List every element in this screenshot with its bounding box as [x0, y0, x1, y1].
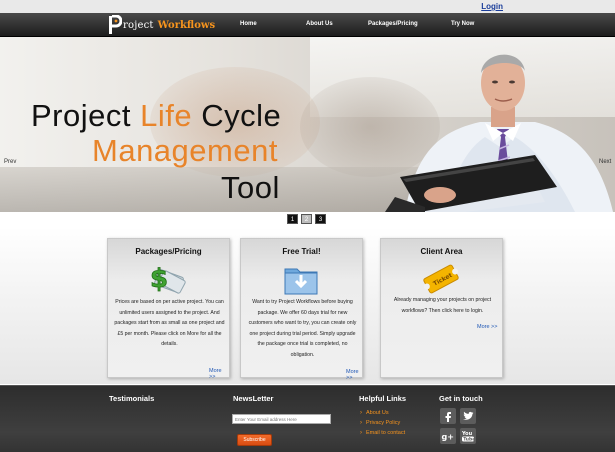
helpful-link-privacy-policy[interactable]: › Privacy Policy — [360, 418, 405, 428]
slider-prev-button[interactable]: Prev — [4, 159, 16, 165]
site-footer: Testimonials NewsLetter Subscribe Helpfu… — [0, 385, 615, 452]
link-label: Privacy Policy — [366, 420, 401, 426]
nav-try-now[interactable]: Try Now — [451, 21, 474, 27]
packages-more-link[interactable]: More >> — [209, 368, 229, 380]
nav-packages-pricing[interactable]: Packages/Pricing — [368, 21, 418, 27]
card-description: Want to try Project Workflows before buy… — [248, 299, 357, 358]
card-description: Prices are based on per active project. … — [114, 299, 225, 348]
helpful-link-about-us[interactable]: › About Us — [360, 408, 405, 418]
newsletter-heading: NewsLetter — [233, 394, 274, 403]
helpful-links-heading: Helpful Links — [359, 394, 407, 403]
card-title: Packages/Pricing — [135, 247, 202, 256]
top-bar: Login — [0, 0, 615, 13]
get-in-touch-heading: Get in touch — [439, 394, 483, 403]
testimonials-heading: Testimonials — [109, 394, 155, 403]
hero-title-word-cycle: Cycle — [192, 98, 282, 133]
card-description: Already managing your projects on projec… — [393, 297, 492, 314]
features-section: Packages/Pricing $ Prices are based on p… — [0, 227, 615, 384]
helpful-links-list: › About Us › Privacy Policy › Email to cont… — [360, 408, 405, 438]
download-folder-icon — [281, 261, 321, 297]
slider-next-button[interactable]: Next — [599, 159, 611, 165]
money-icon: $ — [148, 261, 188, 297]
hero-title-word-life: Life — [140, 98, 193, 133]
slider-page-1[interactable]: 1 — [287, 214, 298, 224]
svg-text:Tube: Tube — [463, 437, 475, 443]
site-header: roject Workflows Home About Us Packages/… — [0, 13, 615, 37]
free-trial-card: Free Trial! Want to try Project Workflow… — [240, 238, 363, 381]
hero-title-line1: Project Life Cycle — [31, 98, 281, 134]
svg-text:You: You — [461, 431, 473, 437]
svg-text:g+: g+ — [442, 433, 454, 442]
twitter-icon[interactable] — [460, 408, 476, 424]
newsletter-email-input[interactable] — [232, 414, 331, 424]
helpful-link-email-contact[interactable]: › Email to contact — [360, 428, 405, 438]
packages-pricing-card: Packages/Pricing $ Prices are based on p… — [107, 238, 230, 380]
youtube-icon[interactable]: You Tube — [460, 428, 476, 444]
googleplus-icon[interactable]: g+ — [440, 428, 456, 444]
client-area-card: Client Area Ticket Already managing your… — [380, 238, 503, 378]
link-label: Email to contact — [366, 430, 406, 436]
main-nav: Home About Us Packages/Pricing Try Now — [0, 21, 615, 31]
slider-pager: 1 2 3 — [287, 214, 326, 224]
slider-page-2[interactable]: 2 — [301, 214, 312, 224]
hero-title-word-project: Project — [31, 98, 141, 133]
subscribe-button[interactable]: Subscribe — [237, 434, 272, 446]
free-trial-more-link[interactable]: More >> — [346, 369, 362, 381]
facebook-icon[interactable] — [440, 408, 456, 424]
nav-home[interactable]: Home — [240, 21, 257, 27]
card-title: Client Area — [420, 247, 463, 256]
hero-title-line2: Management — [92, 133, 278, 168]
hero-slider: Project Life Cycle Management Tool Prev … — [0, 37, 615, 212]
hero-title-line3: Tool — [221, 170, 280, 205]
link-label: About Us — [366, 410, 389, 416]
card-title: Free Trial! — [282, 247, 321, 256]
ticket-icon: Ticket — [421, 261, 461, 297]
client-area-more-link[interactable]: More >> — [477, 324, 497, 330]
login-link[interactable]: Login — [481, 2, 503, 11]
hero-background-desk — [0, 167, 430, 212]
slider-page-3[interactable]: 3 — [315, 214, 326, 224]
nav-about-us[interactable]: About Us — [306, 21, 333, 27]
svg-text:$: $ — [150, 264, 168, 294]
businessman-photo — [385, 37, 615, 212]
